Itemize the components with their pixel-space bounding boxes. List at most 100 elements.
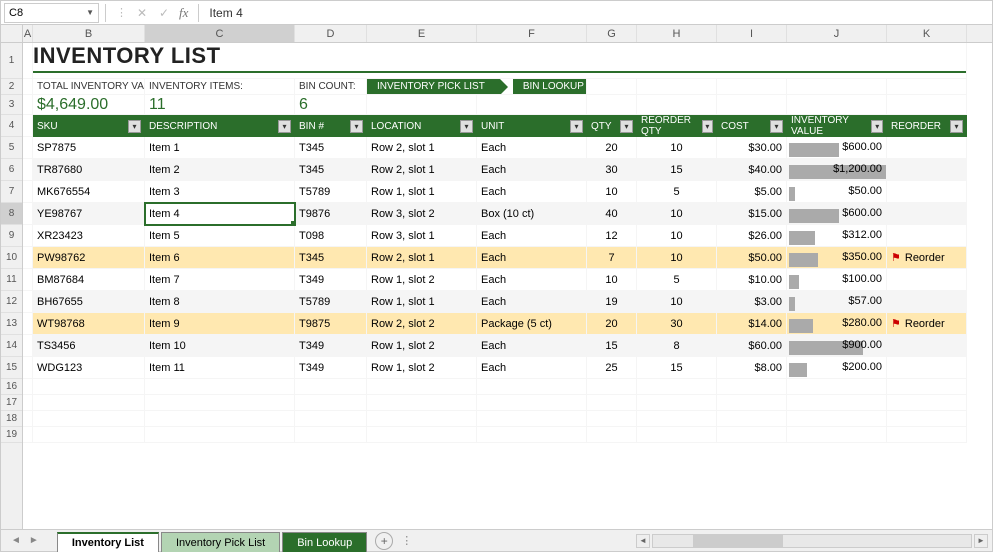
table-cell[interactable]: $100.00 bbox=[787, 269, 887, 291]
table-cell[interactable]: $5.00 bbox=[717, 181, 787, 203]
table-cell[interactable]: 10 bbox=[587, 181, 637, 203]
table-cell[interactable]: ⚑Reorder bbox=[887, 247, 967, 269]
filter-icon[interactable]: ▾ bbox=[620, 120, 633, 133]
table-cell[interactable]: Item 6 bbox=[145, 247, 295, 269]
table-cell[interactable]: $57.00 bbox=[787, 291, 887, 313]
table-cell[interactable]: 20 bbox=[587, 137, 637, 159]
table-cell[interactable]: $8.00 bbox=[717, 357, 787, 379]
table-header[interactable]: LOCATION▾ bbox=[367, 115, 477, 137]
row-header[interactable]: 7 bbox=[1, 181, 22, 203]
table-cell[interactable]: 10 bbox=[637, 225, 717, 247]
table-cell[interactable]: Row 1, slot 1 bbox=[367, 291, 477, 313]
table-cell[interactable]: T345 bbox=[295, 137, 367, 159]
hscroll-track[interactable] bbox=[652, 534, 972, 548]
table-cell[interactable]: Box (10 ct) bbox=[477, 203, 587, 225]
fx-icon[interactable]: fx bbox=[179, 5, 188, 21]
table-cell[interactable]: Row 2, slot 1 bbox=[367, 159, 477, 181]
row-header[interactable]: 18 bbox=[1, 411, 22, 427]
table-cell[interactable]: 10 bbox=[637, 247, 717, 269]
table-header[interactable]: QTY▾ bbox=[587, 115, 637, 137]
table-cell[interactable]: T349 bbox=[295, 269, 367, 291]
table-header[interactable]: SKU▾ bbox=[33, 115, 145, 137]
table-cell[interactable]: Each bbox=[477, 291, 587, 313]
table-cell[interactable]: $26.00 bbox=[717, 225, 787, 247]
hscroll-left[interactable]: ◄ bbox=[636, 534, 650, 548]
table-cell[interactable]: 19 bbox=[587, 291, 637, 313]
table-cell[interactable]: Row 2, slot 2 bbox=[367, 313, 477, 335]
table-cell[interactable]: $350.00 bbox=[787, 247, 887, 269]
table-cell[interactable]: 15 bbox=[587, 335, 637, 357]
row-header[interactable]: 19 bbox=[1, 427, 22, 443]
col-header-A[interactable]: A bbox=[23, 25, 33, 42]
table-cell[interactable]: ⚑Reorder bbox=[887, 313, 967, 335]
table-cell[interactable]: T9876 bbox=[295, 203, 367, 225]
table-cell[interactable]: Item 10 bbox=[145, 335, 295, 357]
row-header[interactable]: 9 bbox=[1, 225, 22, 247]
table-cell[interactable]: $312.00 bbox=[787, 225, 887, 247]
table-cell[interactable]: Item 9 bbox=[145, 313, 295, 335]
table-cell[interactable]: Item 11 bbox=[145, 357, 295, 379]
table-cell[interactable]: Row 2, slot 1 bbox=[367, 137, 477, 159]
row-header[interactable]: 17 bbox=[1, 395, 22, 411]
table-cell[interactable]: 8 bbox=[637, 335, 717, 357]
inventory-pick-list-button[interactable]: INVENTORY PICK LIST bbox=[367, 79, 499, 95]
table-cell[interactable] bbox=[887, 291, 967, 313]
table-cell[interactable]: $600.00 bbox=[787, 137, 887, 159]
sheet-tab[interactable]: Inventory List bbox=[57, 532, 159, 552]
table-cell[interactable]: BM87684 bbox=[33, 269, 145, 291]
table-cell[interactable] bbox=[887, 269, 967, 291]
table-cell[interactable]: Row 2, slot 1 bbox=[367, 247, 477, 269]
table-cell[interactable]: Row 1, slot 1 bbox=[367, 181, 477, 203]
table-cell[interactable] bbox=[887, 137, 967, 159]
add-sheet-button[interactable]: + bbox=[375, 532, 393, 550]
table-cell[interactable]: 15 bbox=[637, 159, 717, 181]
bin-lookup-button[interactable]: BIN LOOKUP bbox=[513, 79, 587, 95]
table-cell[interactable]: TR87680 bbox=[33, 159, 145, 181]
table-cell[interactable]: $50.00 bbox=[717, 247, 787, 269]
tab-next-icon[interactable]: ► bbox=[27, 535, 41, 546]
table-cell[interactable]: 15 bbox=[637, 357, 717, 379]
table-cell[interactable]: YE98767 bbox=[33, 203, 145, 225]
table-cell[interactable]: 30 bbox=[587, 159, 637, 181]
table-cell[interactable]: Package (5 ct) bbox=[477, 313, 587, 335]
table-cell[interactable]: Item 7 bbox=[145, 269, 295, 291]
table-header[interactable]: BIN #▾ bbox=[295, 115, 367, 137]
table-cell[interactable] bbox=[887, 225, 967, 247]
row-header[interactable]: 4 bbox=[1, 115, 22, 137]
col-header-D[interactable]: D bbox=[295, 25, 367, 42]
filter-icon[interactable]: ▾ bbox=[278, 120, 291, 133]
filter-icon[interactable]: ▾ bbox=[871, 120, 883, 133]
table-cell[interactable]: T349 bbox=[295, 335, 367, 357]
table-cell[interactable]: Each bbox=[477, 357, 587, 379]
row-header[interactable]: 6 bbox=[1, 159, 22, 181]
table-cell[interactable]: 12 bbox=[587, 225, 637, 247]
table-cell[interactable] bbox=[887, 357, 967, 379]
cancel-icon[interactable]: ✕ bbox=[135, 6, 149, 20]
table-cell[interactable]: Each bbox=[477, 137, 587, 159]
table-header[interactable]: COST▾ bbox=[717, 115, 787, 137]
row-header[interactable]: 16 bbox=[1, 379, 22, 395]
table-cell[interactable]: T098 bbox=[295, 225, 367, 247]
col-header-G[interactable]: G bbox=[587, 25, 637, 42]
table-header[interactable]: UNIT▾ bbox=[477, 115, 587, 137]
table-cell[interactable]: $14.00 bbox=[717, 313, 787, 335]
table-cell[interactable]: $15.00 bbox=[717, 203, 787, 225]
tab-first-icon[interactable]: ◄ bbox=[9, 535, 23, 546]
table-cell[interactable]: $60.00 bbox=[717, 335, 787, 357]
table-cell[interactable]: Each bbox=[477, 181, 587, 203]
row-header[interactable]: 1 bbox=[1, 43, 22, 79]
table-cell[interactable]: Item 1 bbox=[145, 137, 295, 159]
filter-icon[interactable]: ▾ bbox=[128, 120, 141, 133]
table-cell[interactable]: $30.00 bbox=[717, 137, 787, 159]
table-cell[interactable]: Item 4 bbox=[145, 203, 295, 225]
table-cell[interactable]: BH67655 bbox=[33, 291, 145, 313]
table-cell[interactable]: $600.00 bbox=[787, 203, 887, 225]
col-header-H[interactable]: H bbox=[637, 25, 717, 42]
table-cell[interactable]: Row 1, slot 2 bbox=[367, 335, 477, 357]
sheet-tab[interactable]: Inventory Pick List bbox=[161, 532, 280, 552]
table-cell[interactable] bbox=[887, 159, 967, 181]
table-cell[interactable]: $3.00 bbox=[717, 291, 787, 313]
table-cell[interactable]: $200.00 bbox=[787, 357, 887, 379]
table-cell[interactable]: T5789 bbox=[295, 181, 367, 203]
col-header-K[interactable]: K bbox=[887, 25, 967, 42]
